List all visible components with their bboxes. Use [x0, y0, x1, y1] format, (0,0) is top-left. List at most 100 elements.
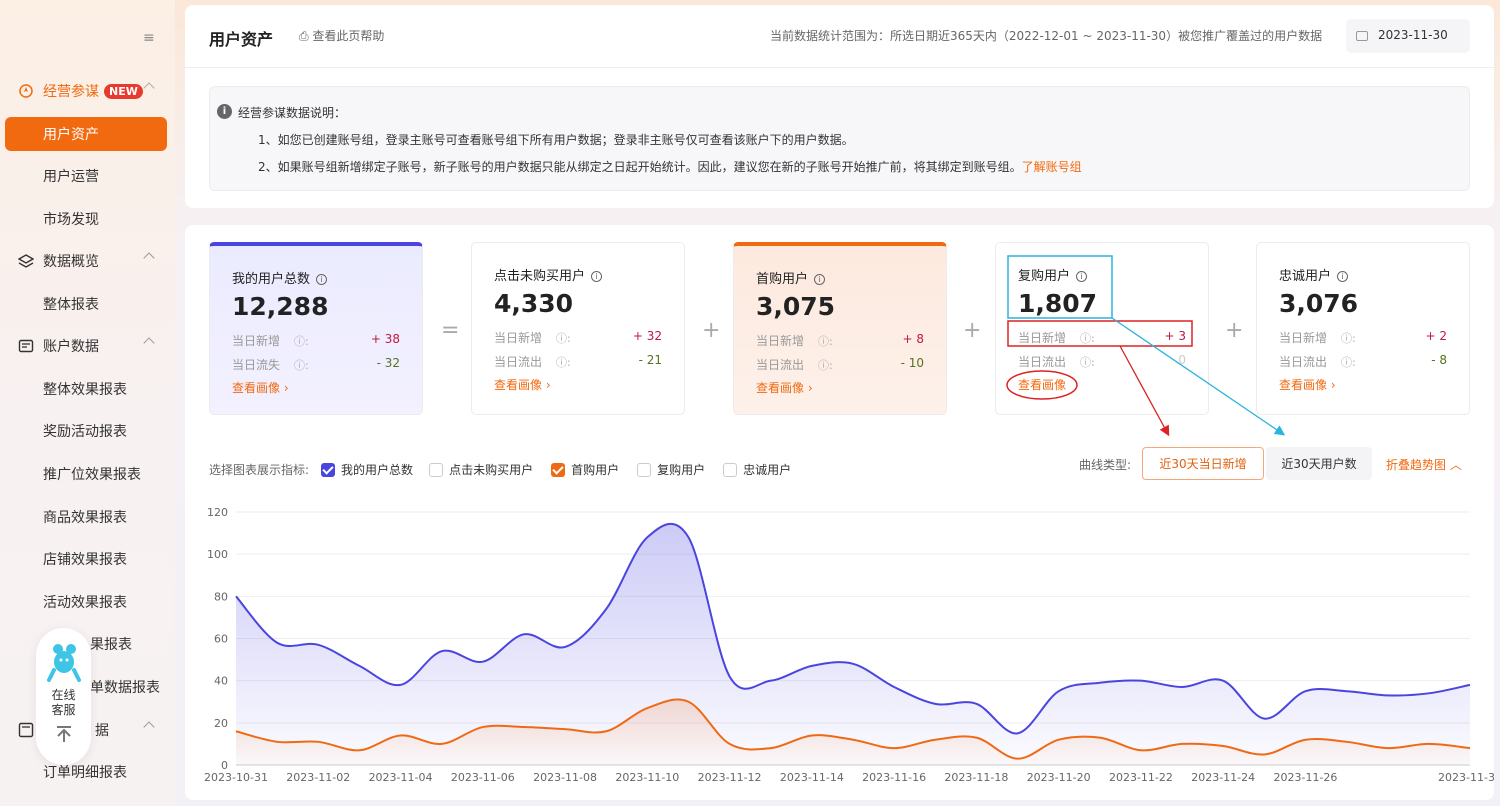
chevron-up-icon [143, 82, 155, 94]
x-tick-label: 2023-11-24 [1191, 771, 1255, 784]
x-tick-label: 2023-11-12 [698, 771, 762, 784]
metric-new-row: 当日新增 ⓘ: + 2 [1279, 329, 1447, 345]
sidebar-item-shop[interactable]: 店铺效果报表 [0, 542, 175, 576]
y-tick-label: 40 [214, 675, 228, 688]
trend-chart: 0204060801001202023-10-31 2023-11-02 2023-… [204, 506, 1494, 784]
x-tick-label: 2023-11-04 [369, 771, 433, 784]
info-icon[interactable]: ⓘ: [1080, 356, 1095, 369]
x-tick-label: 2023-11-08 [533, 771, 597, 784]
x-tick-label: 2023-10-31 [204, 771, 268, 784]
x-tick-label: 2023-11-30 [1438, 771, 1494, 784]
info-icon[interactable]: i [1076, 271, 1088, 282]
sidebar-item-label: 整体效果报表 [43, 382, 127, 398]
daily-new-toggle[interactable]: 近30天当日新增 [1142, 447, 1264, 480]
y-tick-label: 80 [214, 590, 228, 603]
sidebar: ≡ 经营参谋 NEW 用户资产 用户运营 市场发现 数据概览 整体报表 账户数据… [0, 0, 175, 806]
metric-card-loyal: 忠诚用户 i 3,076 当日新增 ⓘ: + 2 当日流出 ⓘ: - 8 查看画像 › [1256, 242, 1470, 415]
learn-account-group-link[interactable]: 了解账号组 [1022, 160, 1082, 174]
metric-out-row: 当日流失 ⓘ: - 32 [232, 356, 400, 372]
sidebar-item-placement[interactable]: 推广位效果报表 [0, 457, 175, 491]
curve-type-label: 曲线类型: [1079, 458, 1132, 472]
metric-card-total: 我的用户总数 i 12,288 当日新增 ⓘ: + 38 当日流失 ⓘ: - 32 查看画… [209, 242, 423, 415]
menu-icon[interactable]: ≡ [143, 30, 155, 46]
mascot-icon [46, 644, 81, 682]
info-icon[interactable]: ⓘ: [294, 359, 309, 372]
back-to-top-icon[interactable] [54, 724, 74, 744]
sidebar-item-product[interactable]: 商品效果报表 [0, 500, 175, 534]
info-icon[interactable]: i [1337, 271, 1349, 282]
sidebar-item-label: 单数据报表 [90, 680, 160, 696]
sidebar-item-order-detail[interactable]: 订单明细报表 [0, 755, 175, 789]
compass-icon [19, 84, 33, 98]
sidebar-section-label: 数据概览 [43, 254, 99, 270]
metric-value: 4,330 [494, 289, 574, 318]
metric-value: 3,075 [756, 292, 836, 321]
sidebar-item-label: 整体报表 [43, 297, 99, 313]
series-area [236, 523, 1470, 765]
info-icon[interactable]: i [814, 274, 826, 285]
view-profile-link[interactable]: 查看画像 › [1279, 376, 1336, 393]
notice-line: 2、如果账号组新增绑定子账号，新子账号的用户数据只能从绑定之日起开始统计。因此，… [258, 160, 1082, 174]
view-profile-link[interactable]: 查看画像 › [232, 379, 289, 396]
info-icon[interactable]: ⓘ: [1341, 356, 1356, 369]
info-icon[interactable]: ⓘ: [556, 356, 571, 369]
sidebar-item-overall-report[interactable]: 整体报表 [0, 287, 175, 321]
x-tick-label: 2023-11-14 [780, 771, 844, 784]
x-tick-label: 2023-11-26 [1273, 771, 1337, 784]
user-count-toggle[interactable]: 近30天用户数 [1266, 447, 1372, 480]
checkbox-loyal[interactable]: 忠诚用户 [723, 461, 791, 478]
metric-label: 我的用户总数 i [232, 268, 328, 287]
plus-operator: + [1225, 318, 1244, 343]
header-panel: 用户资产 ⎙ 查看此页帮助 当前数据统计范围为：所选日期近365天内（2022-… [185, 5, 1494, 208]
checkbox-click-no-buy[interactable]: 点击未购买用户 [429, 461, 533, 478]
view-profile-link[interactable]: 查看画像 › [494, 376, 551, 393]
sidebar-item-overall-effect[interactable]: 整体效果报表 [0, 372, 175, 406]
checkbox-icon [429, 462, 444, 477]
info-icon[interactable]: ⓘ: [556, 332, 571, 345]
info-icon: i [217, 104, 232, 119]
metric-new-row: 当日新增 ⓘ: + 32 [494, 329, 662, 345]
sidebar-item-label: 订单明细报表 [43, 765, 127, 781]
calendar-icon [1356, 31, 1368, 41]
chevron-up-icon [143, 721, 155, 733]
sidebar-section-business[interactable]: 经营参谋 NEW [0, 74, 175, 108]
metric-new-row: 当日新增 ⓘ: + 3 [1018, 329, 1186, 345]
info-icon[interactable]: i [316, 274, 328, 285]
metric-value: 1,807 [1018, 289, 1098, 318]
sidebar-item-reward[interactable]: 奖励活动报表 [0, 414, 175, 448]
checkbox-total-users[interactable]: 我的用户总数 [321, 461, 413, 478]
metric-filter: 选择图表展示指标: 我的用户总数 点击未购买用户 首购用户 复购用户 忠诚用户 [209, 461, 791, 478]
checkbox-repeat-buy[interactable]: 复购用户 [637, 461, 705, 478]
sidebar-item-label: 市场发现 [43, 212, 99, 228]
help-link[interactable]: ⎙ 查看此页帮助 [299, 27, 384, 44]
view-profile-link[interactable]: 查看画像 › [756, 379, 813, 396]
info-icon[interactable]: ⓘ: [818, 359, 833, 372]
fold-chart-link[interactable]: 折叠趋势图 ︿ [1386, 456, 1462, 473]
sidebar-section-account[interactable]: 账户数据 [0, 329, 175, 363]
sidebar-item-activity[interactable]: 活动效果报表 [0, 585, 175, 619]
sidebar-item-user-assets[interactable]: 用户资产 [5, 117, 167, 151]
sidebar-item-label: 用户运营 [43, 169, 99, 185]
metric-card-repeat-buy: 复购用户 i 1,807 当日新增 ⓘ: + 3 当日流出 ⓘ: 0 查看画像 [995, 242, 1209, 415]
info-icon[interactable]: i [591, 271, 603, 282]
date-picker[interactable]: 2023-11-30 [1346, 19, 1470, 53]
sidebar-item-market[interactable]: 市场发现 [0, 202, 175, 236]
notice-box: i 经营参谋数据说明： 1、如您已创建账号组，登录主账号可查看账号组下所有用户数据… [209, 86, 1470, 191]
checkbox-icon [551, 462, 566, 477]
metric-value: 12,288 [232, 292, 329, 321]
sidebar-item-label: 用户资产 [43, 127, 99, 143]
metric-label: 点击未购买用户 i [494, 265, 603, 284]
sidebar-section-overview[interactable]: 数据概览 [0, 244, 175, 278]
customer-service-widget[interactable]: 在线 客服 [36, 628, 91, 765]
account-icon [18, 339, 34, 353]
info-icon[interactable]: ⓘ: [294, 335, 309, 348]
notice-line: 1、如您已创建账号组，登录主账号可查看账号组下所有用户数据；登录非主账号仅可查看… [258, 133, 854, 147]
metric-card-first-buy: 首购用户 i 3,075 当日新增 ⓘ: + 8 当日流出 ⓘ: - 10 查看画像 › [733, 242, 947, 415]
view-profile-link[interactable]: 查看画像 [1018, 376, 1066, 393]
chevron-up-icon [143, 252, 155, 264]
info-icon[interactable]: ⓘ: [1341, 332, 1356, 345]
sidebar-item-user-ops[interactable]: 用户运营 [0, 159, 175, 193]
info-icon[interactable]: ⓘ: [818, 335, 833, 348]
checkbox-first-buy[interactable]: 首购用户 [551, 461, 619, 478]
info-icon[interactable]: ⓘ: [1080, 332, 1095, 345]
